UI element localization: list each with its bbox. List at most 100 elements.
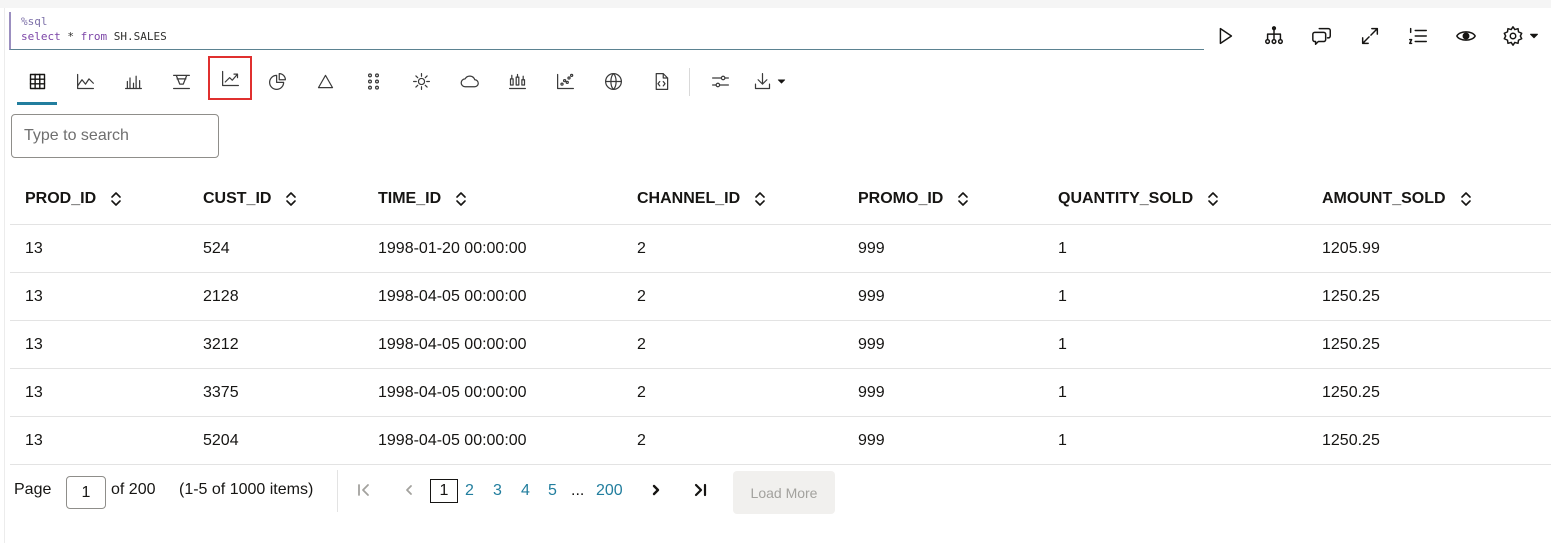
map-icon [604, 72, 622, 90]
sort-icon[interactable] [1207, 191, 1219, 207]
cell-time-id: 1998-04-05 00:00:00 [378, 432, 527, 449]
pyramid-icon [317, 74, 333, 88]
viz-line-chart-button[interactable] [208, 56, 252, 100]
last-page-button[interactable] [690, 480, 710, 500]
column-header-quantity-sold[interactable]: QUANTITY_SOLD [1058, 172, 1219, 225]
page-label: Page [14, 481, 52, 498]
cell-promo-id: 999 [858, 240, 885, 257]
next-page-button[interactable] [646, 480, 666, 500]
page-link[interactable]: 2 [465, 479, 474, 503]
cell-time-id: 1998-04-05 00:00:00 [378, 384, 527, 401]
download-button[interactable] [744, 62, 796, 100]
viz-map-button[interactable] [593, 62, 633, 100]
cell-time-id: 1998-04-05 00:00:00 [378, 336, 527, 353]
toolbar-divider [689, 68, 690, 96]
sort-icon[interactable] [754, 191, 766, 207]
download-icon [754, 72, 771, 89]
settings-dropdown[interactable] [1525, 22, 1543, 50]
cell-quantity-sold: 1 [1058, 240, 1067, 257]
column-header-cust-id[interactable]: CUST_ID [203, 172, 297, 225]
page-number-input[interactable] [66, 476, 106, 509]
column-header-label: CUST_ID [203, 189, 272, 207]
viz-pie-chart-button[interactable] [257, 62, 297, 100]
load-more-button[interactable]: Load More [733, 471, 835, 514]
cell-time-id: 1998-01-20 00:00:00 [378, 240, 527, 257]
chevron-left-icon [406, 485, 412, 495]
sort-icon[interactable] [285, 191, 297, 207]
line-numbers-button[interactable] [1404, 22, 1432, 50]
explain-plan-button[interactable] [1260, 22, 1288, 50]
search-input[interactable] [11, 114, 219, 158]
scatter-plot-icon [556, 73, 574, 89]
table-row[interactable]: 13 3375 1998-04-05 00:00:00 2 999 1 1250… [10, 369, 1551, 417]
tag-cloud-icon [460, 75, 479, 87]
page-link-current[interactable]: 1 [430, 479, 458, 503]
funnel-chart-icon [172, 74, 190, 89]
column-header-promo-id[interactable]: PROMO_ID [858, 172, 969, 225]
viz-area-chart-button[interactable] [65, 62, 105, 100]
cell-amount-sold: 1250.25 [1322, 384, 1380, 401]
column-header-prod-id[interactable]: PROD_ID [25, 172, 122, 225]
table-row[interactable]: 13 2128 1998-04-05 00:00:00 2 999 1 1250… [10, 273, 1551, 321]
settings-button[interactable] [1499, 22, 1527, 50]
line-chart-icon [221, 70, 239, 86]
viz-code-file-button[interactable] [641, 62, 681, 100]
table-row[interactable]: 13 5204 1998-04-05 00:00:00 2 999 1 1250… [10, 417, 1551, 465]
viz-bar-chart-button[interactable] [113, 62, 153, 100]
first-page-icon [358, 484, 369, 496]
column-header-label: QUANTITY_SOLD [1058, 189, 1194, 207]
cell-channel-id: 2 [637, 288, 646, 305]
viz-boxplot-button[interactable] [497, 62, 537, 100]
cell-prod-id: 13 [25, 336, 43, 353]
code-file-icon [655, 72, 668, 90]
cell-time-id: 1998-04-05 00:00:00 [378, 288, 527, 305]
previous-page-button[interactable] [398, 480, 418, 500]
page-link-last[interactable]: 200 [596, 479, 623, 503]
column-header-label: CHANNEL_ID [637, 189, 741, 207]
cell-cust-id: 3375 [203, 384, 239, 401]
viz-scatter-plot-button[interactable] [545, 62, 585, 100]
pie-chart-icon [268, 72, 286, 90]
table-row[interactable]: 13 3212 1998-04-05 00:00:00 2 999 1 1250… [10, 321, 1551, 369]
expand-icon [1361, 27, 1379, 45]
viz-table-button[interactable] [17, 62, 57, 105]
expand-button[interactable] [1356, 22, 1384, 50]
comments-button[interactable] [1308, 22, 1336, 50]
page-link[interactable]: 3 [493, 479, 502, 503]
cell-channel-id: 2 [637, 336, 646, 353]
page-count-label: of 200 [111, 481, 156, 498]
viz-settings-button[interactable] [700, 62, 740, 100]
page-link[interactable]: 5 [548, 479, 557, 503]
visibility-button[interactable] [1452, 22, 1480, 50]
run-button[interactable] [1211, 22, 1239, 50]
table-row[interactable]: 13 524 1998-01-20 00:00:00 2 999 1 1205.… [10, 225, 1551, 273]
visibility-icon [1456, 31, 1476, 41]
comments-icon [1312, 27, 1331, 45]
viz-scatter-grid-button[interactable] [353, 62, 393, 100]
viz-sunburst-button[interactable] [401, 62, 441, 100]
cell-amount-sold: 1205.99 [1322, 240, 1380, 257]
sort-icon[interactable] [1460, 191, 1472, 207]
viz-tag-cloud-button[interactable] [449, 62, 489, 100]
viz-funnel-chart-button[interactable] [161, 62, 201, 100]
sort-icon[interactable] [957, 191, 969, 207]
cell-quantity-sold: 1 [1058, 336, 1067, 353]
cell-prod-id: 13 [25, 240, 43, 257]
column-header-label: TIME_ID [378, 189, 442, 207]
first-page-button[interactable] [354, 480, 374, 500]
settings-sliders-icon [711, 75, 729, 87]
paragraph-actions [0, 22, 1551, 50]
column-header-label: AMOUNT_SOLD [1322, 189, 1446, 207]
sort-icon[interactable] [455, 191, 467, 207]
column-header-time-id[interactable]: TIME_ID [378, 172, 467, 225]
run-icon [1219, 27, 1233, 45]
viz-pyramid-button[interactable] [305, 62, 345, 100]
scatter-grid-icon [367, 72, 379, 90]
page-link[interactable]: 4 [521, 479, 530, 503]
cell-channel-id: 2 [637, 432, 646, 449]
table-header: PROD_ID CUST_ID TIME_ID CHANNEL_ID PROMO… [10, 172, 1551, 225]
last-page-icon [694, 483, 707, 497]
column-header-amount-sold[interactable]: AMOUNT_SOLD [1322, 172, 1472, 225]
sort-icon[interactable] [110, 191, 122, 207]
column-header-channel-id[interactable]: CHANNEL_ID [637, 172, 766, 225]
